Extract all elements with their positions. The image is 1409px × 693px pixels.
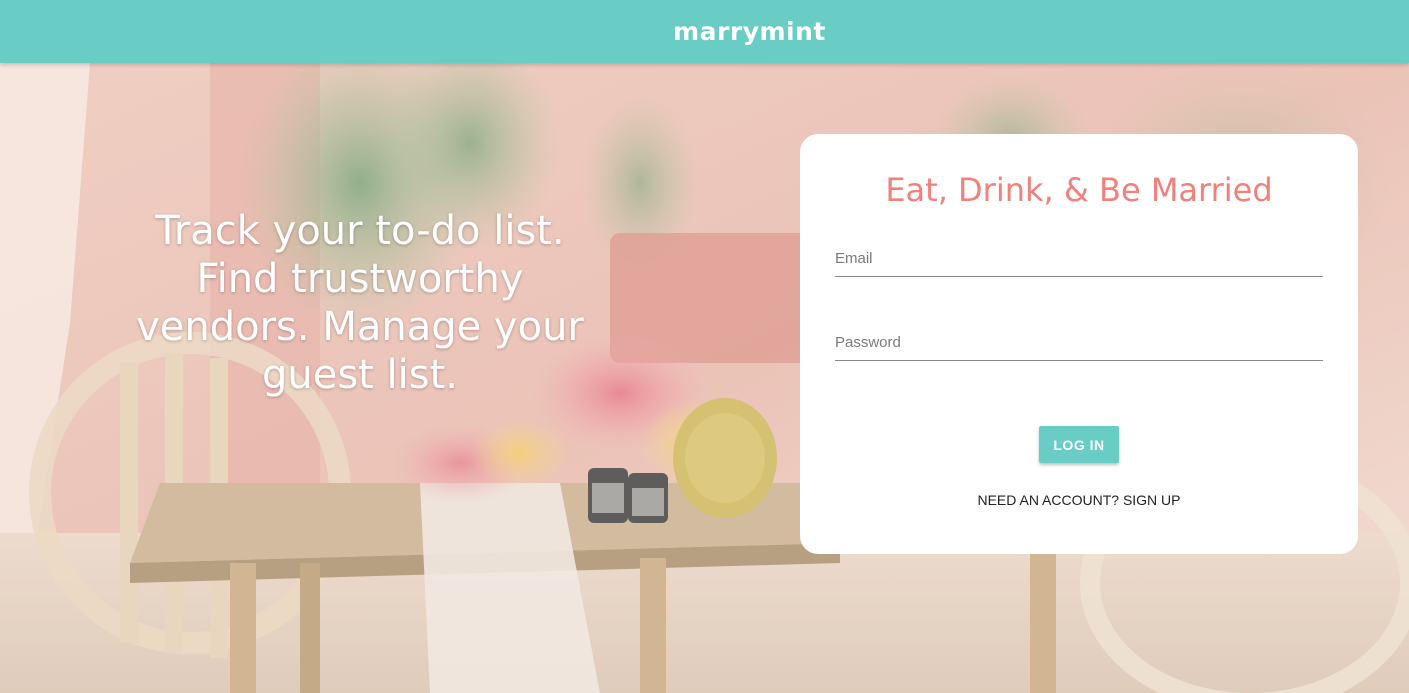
login-page: marrymint Track your to-do list. Find tr… bbox=[0, 0, 1409, 693]
login-button[interactable]: LOG IN bbox=[1039, 426, 1119, 463]
signup-link[interactable]: NEED AN ACCOUNT? SIGN UP bbox=[800, 492, 1358, 508]
hero-tagline: Track your to-do list. Find trustworthy … bbox=[136, 208, 584, 398]
login-card-title: Eat, Drink, & Be Married bbox=[885, 171, 1273, 209]
login-card: Eat, Drink, & Be Married LOG IN NEED AN … bbox=[800, 134, 1358, 554]
email-field[interactable] bbox=[835, 240, 1323, 277]
brand-logo[interactable]: marrymint bbox=[673, 17, 826, 46]
top-nav-bar: marrymint bbox=[0, 0, 1409, 63]
password-field[interactable] bbox=[835, 324, 1323, 361]
